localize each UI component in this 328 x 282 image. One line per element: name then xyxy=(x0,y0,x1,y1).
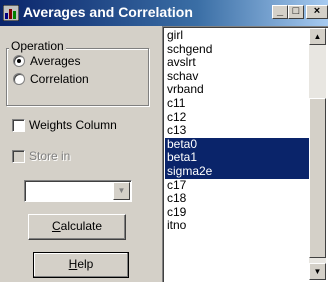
list-item[interactable]: beta1 xyxy=(165,151,309,165)
close-button[interactable]: × xyxy=(306,5,328,19)
maximize-button[interactable]: □ xyxy=(288,5,304,19)
calculate-accelerator: C xyxy=(51,219,61,233)
radio-correlation-label: Correlation xyxy=(30,72,89,86)
radio-averages-button[interactable] xyxy=(13,55,25,67)
weights-column-label: Weights Column xyxy=(29,118,117,132)
chevron-down-icon: ▼ xyxy=(113,182,130,200)
list-item[interactable]: c11 xyxy=(165,96,309,111)
list-item[interactable]: vrband xyxy=(165,83,309,97)
chart-icon xyxy=(3,5,19,21)
scroll-down-icon[interactable]: ▼ xyxy=(309,263,326,280)
store-in-label: Store in xyxy=(29,149,71,163)
list-item[interactable]: c17 xyxy=(165,178,309,193)
list-item[interactable]: avslrt xyxy=(165,56,309,70)
minimize-button[interactable]: _ xyxy=(272,5,288,19)
weights-column-checkbox[interactable] xyxy=(12,119,25,132)
radio-averages-label: Averages xyxy=(30,54,81,68)
list-item[interactable]: schav xyxy=(165,69,309,84)
radio-selected-dot xyxy=(17,59,21,63)
list-item[interactable]: c12 xyxy=(165,110,309,125)
list-item[interactable]: itno xyxy=(165,219,309,233)
calculate-button[interactable]: Calculate xyxy=(28,214,126,240)
vertical-scrollbar[interactable]: ▲ ▼ xyxy=(309,28,326,280)
scroll-thumb[interactable] xyxy=(309,98,326,258)
variable-list-items: girl schgend avslrt schav vrband c11 c12 c13 bet… xyxy=(165,28,309,233)
list-item[interactable]: sigma2e xyxy=(165,164,309,179)
variable-listbox[interactable]: girl schgend avslrt schav vrband c11 c12 c13 bet… xyxy=(162,26,328,282)
help-label: elp xyxy=(77,257,94,271)
list-item[interactable]: c19 xyxy=(165,205,309,220)
list-item[interactable]: beta0 xyxy=(165,137,309,152)
radio-correlation-button[interactable] xyxy=(13,73,25,85)
help-button[interactable]: Help xyxy=(33,252,129,278)
list-item[interactable]: c18 xyxy=(165,192,309,206)
list-item[interactable]: girl xyxy=(165,28,309,43)
list-item[interactable]: c13 xyxy=(165,124,309,138)
calculate-label: alculate xyxy=(60,219,103,233)
averages-correlation-window: Averages and Correlation _ □ × Operation… xyxy=(0,0,328,282)
list-item[interactable]: schgend xyxy=(165,42,309,57)
scroll-up-icon[interactable]: ▲ xyxy=(309,28,326,45)
store-in-combo: ▼ xyxy=(24,180,132,202)
window-title: Averages and Correlation xyxy=(23,4,193,20)
title-bar[interactable]: Averages and Correlation _ □ × xyxy=(0,0,328,26)
store-in-checkbox xyxy=(12,150,25,163)
operation-group-label: Operation xyxy=(9,39,66,53)
